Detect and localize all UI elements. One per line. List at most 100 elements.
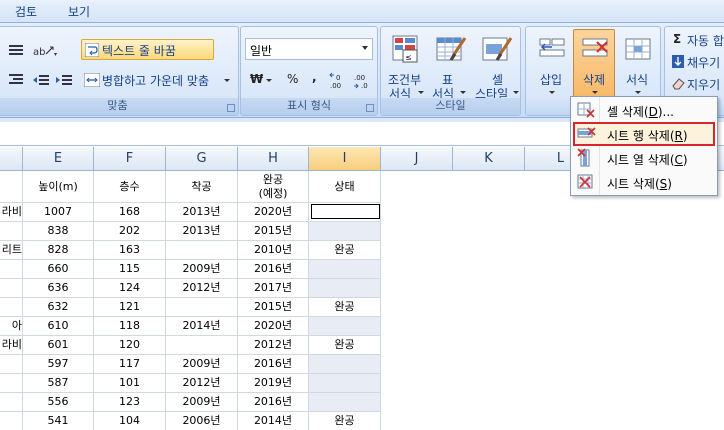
cell-name[interactable]	[0, 260, 23, 279]
cell-floors[interactable]: 104	[94, 412, 166, 430]
column-header-f[interactable]: F	[94, 147, 166, 171]
cell-height[interactable]: 636	[23, 279, 94, 298]
cell-start[interactable]: 2009년	[166, 393, 238, 412]
cell-floors[interactable]: 124	[94, 279, 166, 298]
cell-status[interactable]: 완공	[309, 336, 381, 355]
clear-button[interactable]: 지우기	[669, 73, 724, 93]
cell-floors[interactable]: 118	[94, 317, 166, 336]
cell-start[interactable]: 2009년	[166, 355, 238, 374]
cell-start[interactable]	[166, 298, 238, 317]
cell-height[interactable]: 587	[23, 374, 94, 393]
cell-complete[interactable]: 2015년	[238, 222, 309, 241]
cell-name[interactable]: 라비	[0, 336, 23, 355]
cell-floors[interactable]: 168	[94, 203, 166, 222]
cell-styles-button[interactable]: 셀 스타일	[471, 29, 519, 101]
cell-height[interactable]: 601	[23, 336, 94, 355]
cell-complete[interactable]: 2020년	[238, 317, 309, 336]
cell-complete[interactable]: 2020년	[238, 203, 309, 222]
cell-status[interactable]	[309, 355, 381, 374]
header-cell-start[interactable]: 착공	[166, 171, 238, 203]
column-header-i[interactable]: I	[309, 147, 381, 171]
align-justify-button[interactable]	[5, 40, 25, 60]
cell-height[interactable]: 838	[23, 222, 94, 241]
cell-name[interactable]	[0, 374, 23, 393]
cell-floors[interactable]: 123	[94, 393, 166, 412]
header-cell-complete[interactable]: 완공 (예정)	[238, 171, 309, 203]
cell-start[interactable]: 2014년	[166, 317, 238, 336]
comma-button[interactable]: ,	[305, 69, 323, 89]
fill-button[interactable]: 채우기	[669, 51, 724, 71]
menu-item-delete-cells[interactable]: 셀 삭제(D)...	[573, 98, 715, 122]
conditional-format-button[interactable]: ≤ 조건부 서식	[383, 29, 427, 101]
cell-height[interactable]: 1007	[23, 203, 94, 222]
cell-status[interactable]	[309, 317, 381, 336]
cell-floors[interactable]: 120	[94, 336, 166, 355]
decrease-indent-button[interactable]	[5, 69, 25, 89]
column-header-h[interactable]: H	[238, 147, 309, 171]
cell-status[interactable]	[309, 222, 381, 241]
cell-name[interactable]: 아	[0, 317, 23, 336]
cell-name[interactable]	[0, 393, 23, 412]
header-cell-floors[interactable]: 층수	[94, 171, 166, 203]
cell-height[interactable]: 610	[23, 317, 94, 336]
column-header-g[interactable]: G	[166, 147, 238, 171]
cell-status[interactable]: 완공	[309, 298, 381, 317]
header-cell-status[interactable]: 상태	[309, 171, 381, 203]
cell-complete[interactable]: 2015년	[238, 298, 309, 317]
cell-height[interactable]: 660	[23, 260, 94, 279]
cell-floors[interactable]: 115	[94, 260, 166, 279]
cell-name[interactable]	[0, 298, 23, 317]
cell-height[interactable]: 556	[23, 393, 94, 412]
tab-view[interactable]: 보기	[68, 3, 90, 20]
merge-center-button[interactable]: 병합하고 가운데 맞춤	[81, 69, 235, 90]
menu-item-delete-sheet-columns[interactable]: 시트 열 삭제(C)	[573, 146, 715, 170]
column-header-e[interactable]: E	[23, 147, 94, 171]
cell-start[interactable]: 2013년	[166, 203, 238, 222]
decrease-decimal-button[interactable]: .00 .0	[351, 69, 373, 91]
cell-floors[interactable]: 202	[94, 222, 166, 241]
cell-floors[interactable]: 163	[94, 241, 166, 260]
alignment-dialog-launcher[interactable]	[227, 104, 235, 112]
number-format-combo[interactable]: 일반	[245, 38, 373, 60]
wrap-text-button[interactable]: 텍스트 줄 바꿈	[81, 39, 214, 60]
cell-complete[interactable]: 2017년	[238, 279, 309, 298]
menu-item-delete-sheet[interactable]: 시트 삭제(S)	[573, 170, 715, 194]
cell-height[interactable]: 541	[23, 412, 94, 430]
header-cell-name[interactable]	[0, 171, 23, 203]
format-as-table-button[interactable]: 표 서식	[427, 29, 471, 101]
cell-name[interactable]	[0, 222, 23, 241]
cell-name[interactable]	[0, 279, 23, 298]
cell-floors[interactable]: 117	[94, 355, 166, 374]
cell-complete[interactable]: 2014년	[238, 412, 309, 430]
number-dialog-launcher[interactable]	[366, 104, 374, 112]
cell-name[interactable]	[0, 355, 23, 374]
cell-start[interactable]	[166, 336, 238, 355]
currency-button[interactable]: ₩	[245, 69, 275, 89]
cell-floors[interactable]: 101	[94, 374, 166, 393]
cell-start[interactable]: 2009년	[166, 260, 238, 279]
cell-status[interactable]: 완공	[309, 241, 381, 260]
cell-status[interactable]	[309, 374, 381, 393]
cell-status[interactable]: 완공	[309, 412, 381, 430]
cell-height[interactable]: 597	[23, 355, 94, 374]
insert-button[interactable]: 삽입	[530, 29, 572, 99]
cell-status[interactable]	[309, 393, 381, 412]
cell-status[interactable]	[309, 260, 381, 279]
menu-item-delete-sheet-rows[interactable]: 시트 행 삭제(R)	[573, 122, 715, 146]
format-button[interactable]: 서식	[616, 29, 658, 99]
orientation-button[interactable]: ab	[30, 40, 58, 60]
cell-start[interactable]: 2013년	[166, 222, 238, 241]
cell-name[interactable]	[0, 412, 23, 430]
column-header-d[interactable]	[0, 147, 23, 171]
cell-height[interactable]: 632	[23, 298, 94, 317]
outdent-button[interactable]	[30, 69, 50, 89]
column-header-j[interactable]: J	[381, 147, 453, 171]
increase-decimal-button[interactable]: 0 .00	[327, 69, 349, 91]
cell-complete[interactable]: 2019년	[238, 374, 309, 393]
autosum-button[interactable]: Σ 자동 합	[669, 29, 724, 49]
header-cell-height[interactable]: 높이(m)	[23, 171, 94, 203]
cell-complete[interactable]: 2016년	[238, 260, 309, 279]
cell-start[interactable]	[166, 241, 238, 260]
indent-button[interactable]	[53, 69, 73, 89]
column-header-k[interactable]: K	[453, 147, 525, 171]
